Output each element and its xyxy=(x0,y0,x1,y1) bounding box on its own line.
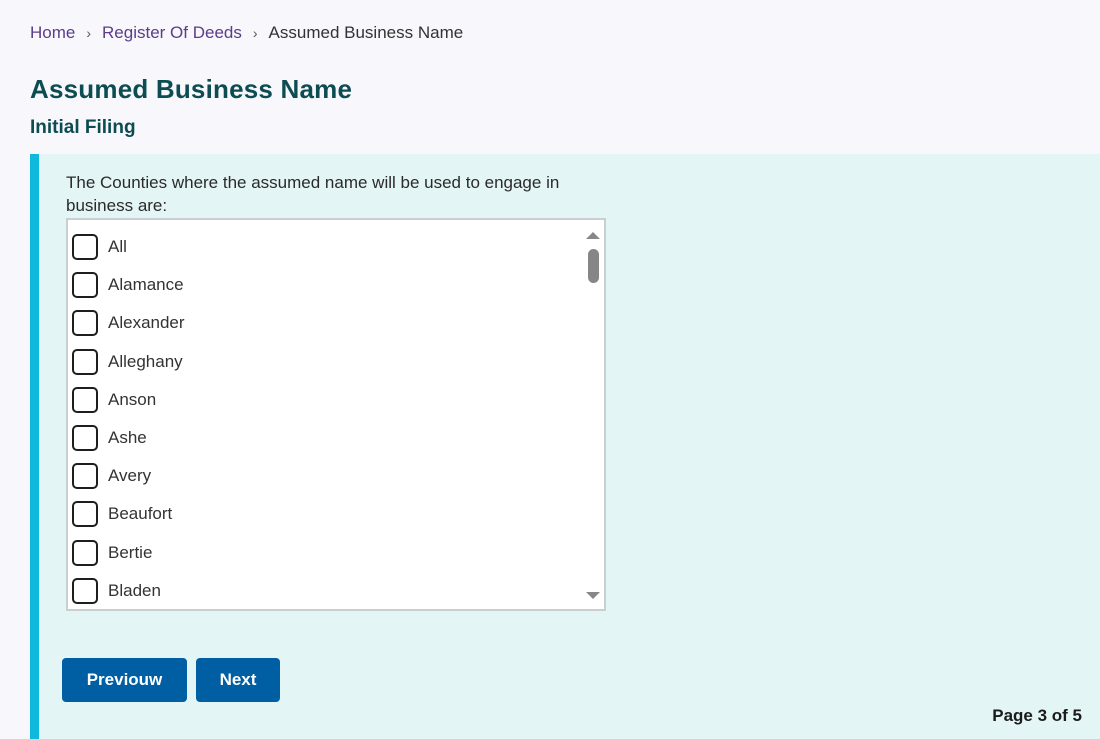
county-checkbox[interactable] xyxy=(72,539,98,566)
county-label: Alamance xyxy=(108,275,184,295)
county-option[interactable]: Bertie xyxy=(72,538,152,568)
county-label: All xyxy=(108,237,127,256)
county-option[interactable]: Alleghany xyxy=(72,347,183,377)
page-indicator: Page 3 of 5 xyxy=(992,706,1082,725)
county-checkbox[interactable] xyxy=(72,348,98,375)
page-title: Assumed Business Name xyxy=(30,74,353,104)
county-checkbox[interactable] xyxy=(72,234,98,260)
county-label: Ashe xyxy=(108,428,147,447)
county-label: Beaufort xyxy=(108,504,173,524)
chevron-right-icon: › xyxy=(252,25,258,41)
county-label: Anson xyxy=(108,389,157,409)
county-label: Bladen xyxy=(108,580,161,600)
county-label: Bertie xyxy=(108,542,153,562)
county-checkbox[interactable] xyxy=(72,272,98,299)
county-label: Avery xyxy=(108,466,152,486)
county-option[interactable]: Ashe xyxy=(72,423,147,453)
scroll-up-arrow-icon[interactable] xyxy=(586,232,600,239)
county-label: Alexander xyxy=(108,313,185,333)
county-option[interactable]: Alexander xyxy=(72,308,185,338)
county-option[interactable]: Beaufort xyxy=(72,499,172,529)
county-option[interactable]: Bladen xyxy=(72,576,161,606)
counties-question-label: The Counties where the assumed name will… xyxy=(66,173,560,215)
county-checkbox[interactable] xyxy=(72,463,98,490)
chevron-right-icon: › xyxy=(86,25,92,41)
page-subtitle: Initial Filing xyxy=(30,117,136,138)
county-option[interactable]: Alamance xyxy=(72,270,184,300)
breadcrumb-home-link[interactable]: Home xyxy=(30,23,75,43)
next-button[interactable]: Next xyxy=(196,658,280,702)
scrollbar-thumb[interactable] xyxy=(588,249,599,283)
breadcrumb: Home › Register Of Deeds › Assumed Busin… xyxy=(30,23,463,43)
county-checkbox[interactable] xyxy=(72,425,98,451)
county-label: Alleghany xyxy=(108,351,183,371)
counties-listbox[interactable]: All Alamance Alexander Alleghany Anson Ashe Av… xyxy=(66,218,606,611)
county-checkbox[interactable] xyxy=(72,310,98,337)
scroll-down-arrow-icon[interactable] xyxy=(586,592,600,599)
form-panel: The Counties where the assumed name will… xyxy=(30,154,1100,739)
county-checkbox[interactable] xyxy=(72,577,98,604)
breadcrumb-current: Assumed Business Name xyxy=(268,23,464,42)
breadcrumb-register-of-deeds-link[interactable]: Register Of Deeds xyxy=(102,23,242,43)
county-checkbox[interactable] xyxy=(72,386,98,413)
county-option[interactable]: Anson xyxy=(72,385,156,415)
previous-button[interactable]: Previouw xyxy=(62,658,187,702)
county-option[interactable]: All xyxy=(72,232,127,262)
county-option[interactable]: Avery xyxy=(72,461,151,491)
county-checkbox[interactable] xyxy=(72,501,98,528)
